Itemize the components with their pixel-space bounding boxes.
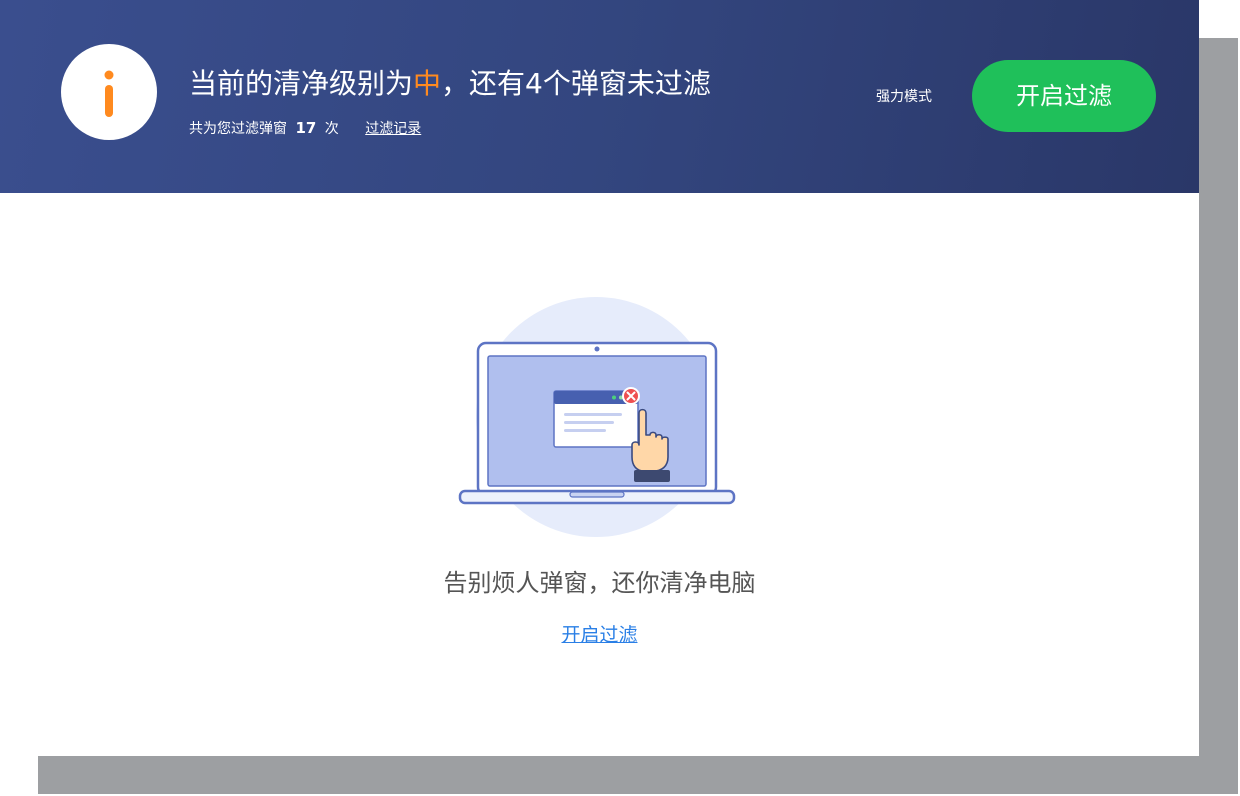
enable-filter-link[interactable]: 开启过滤 bbox=[561, 624, 637, 646]
power-mode-option[interactable]: 强力模式 bbox=[876, 86, 932, 108]
enable-filter-button[interactable]: 开启过滤 bbox=[972, 60, 1156, 132]
info-icon bbox=[61, 44, 157, 140]
enable-filter-link-row: 开启过滤 bbox=[0, 621, 1199, 649]
filtered-prefix: 共为您过滤弹窗 bbox=[189, 121, 287, 137]
filter-history-link[interactable]: 过滤记录 bbox=[365, 121, 421, 137]
filter-summary: 共为您过滤弹窗 17 次 过滤记录 bbox=[189, 116, 421, 140]
title-suffix: ，还有4个弹窗未过滤 bbox=[441, 67, 711, 100]
slogan-text: 告别烦人弹窗，还你清净电脑 bbox=[443, 569, 756, 597]
clean-level-value: 中 bbox=[413, 67, 442, 100]
filtered-count: 17 bbox=[295, 119, 317, 137]
window-shadow-right bbox=[1198, 38, 1238, 794]
status-header: 当前的清净级别为中，还有4个弹窗未过滤 共为您过滤弹窗 17 次 过滤记录 强力… bbox=[0, 0, 1199, 193]
clean-level-title: 当前的清净级别为中，还有4个弹窗未过滤 bbox=[189, 62, 711, 106]
popup-filter-window: 当前的清净级别为中，还有4个弹窗未过滤 共为您过滤弹窗 17 次 过滤记录 强力… bbox=[0, 0, 1199, 756]
filtered-unit: 次 bbox=[324, 121, 339, 137]
window-shadow-bottom bbox=[38, 755, 1238, 794]
laptop-popup-illustration bbox=[456, 295, 738, 545]
title-prefix: 当前的清净级别为 bbox=[189, 67, 414, 100]
